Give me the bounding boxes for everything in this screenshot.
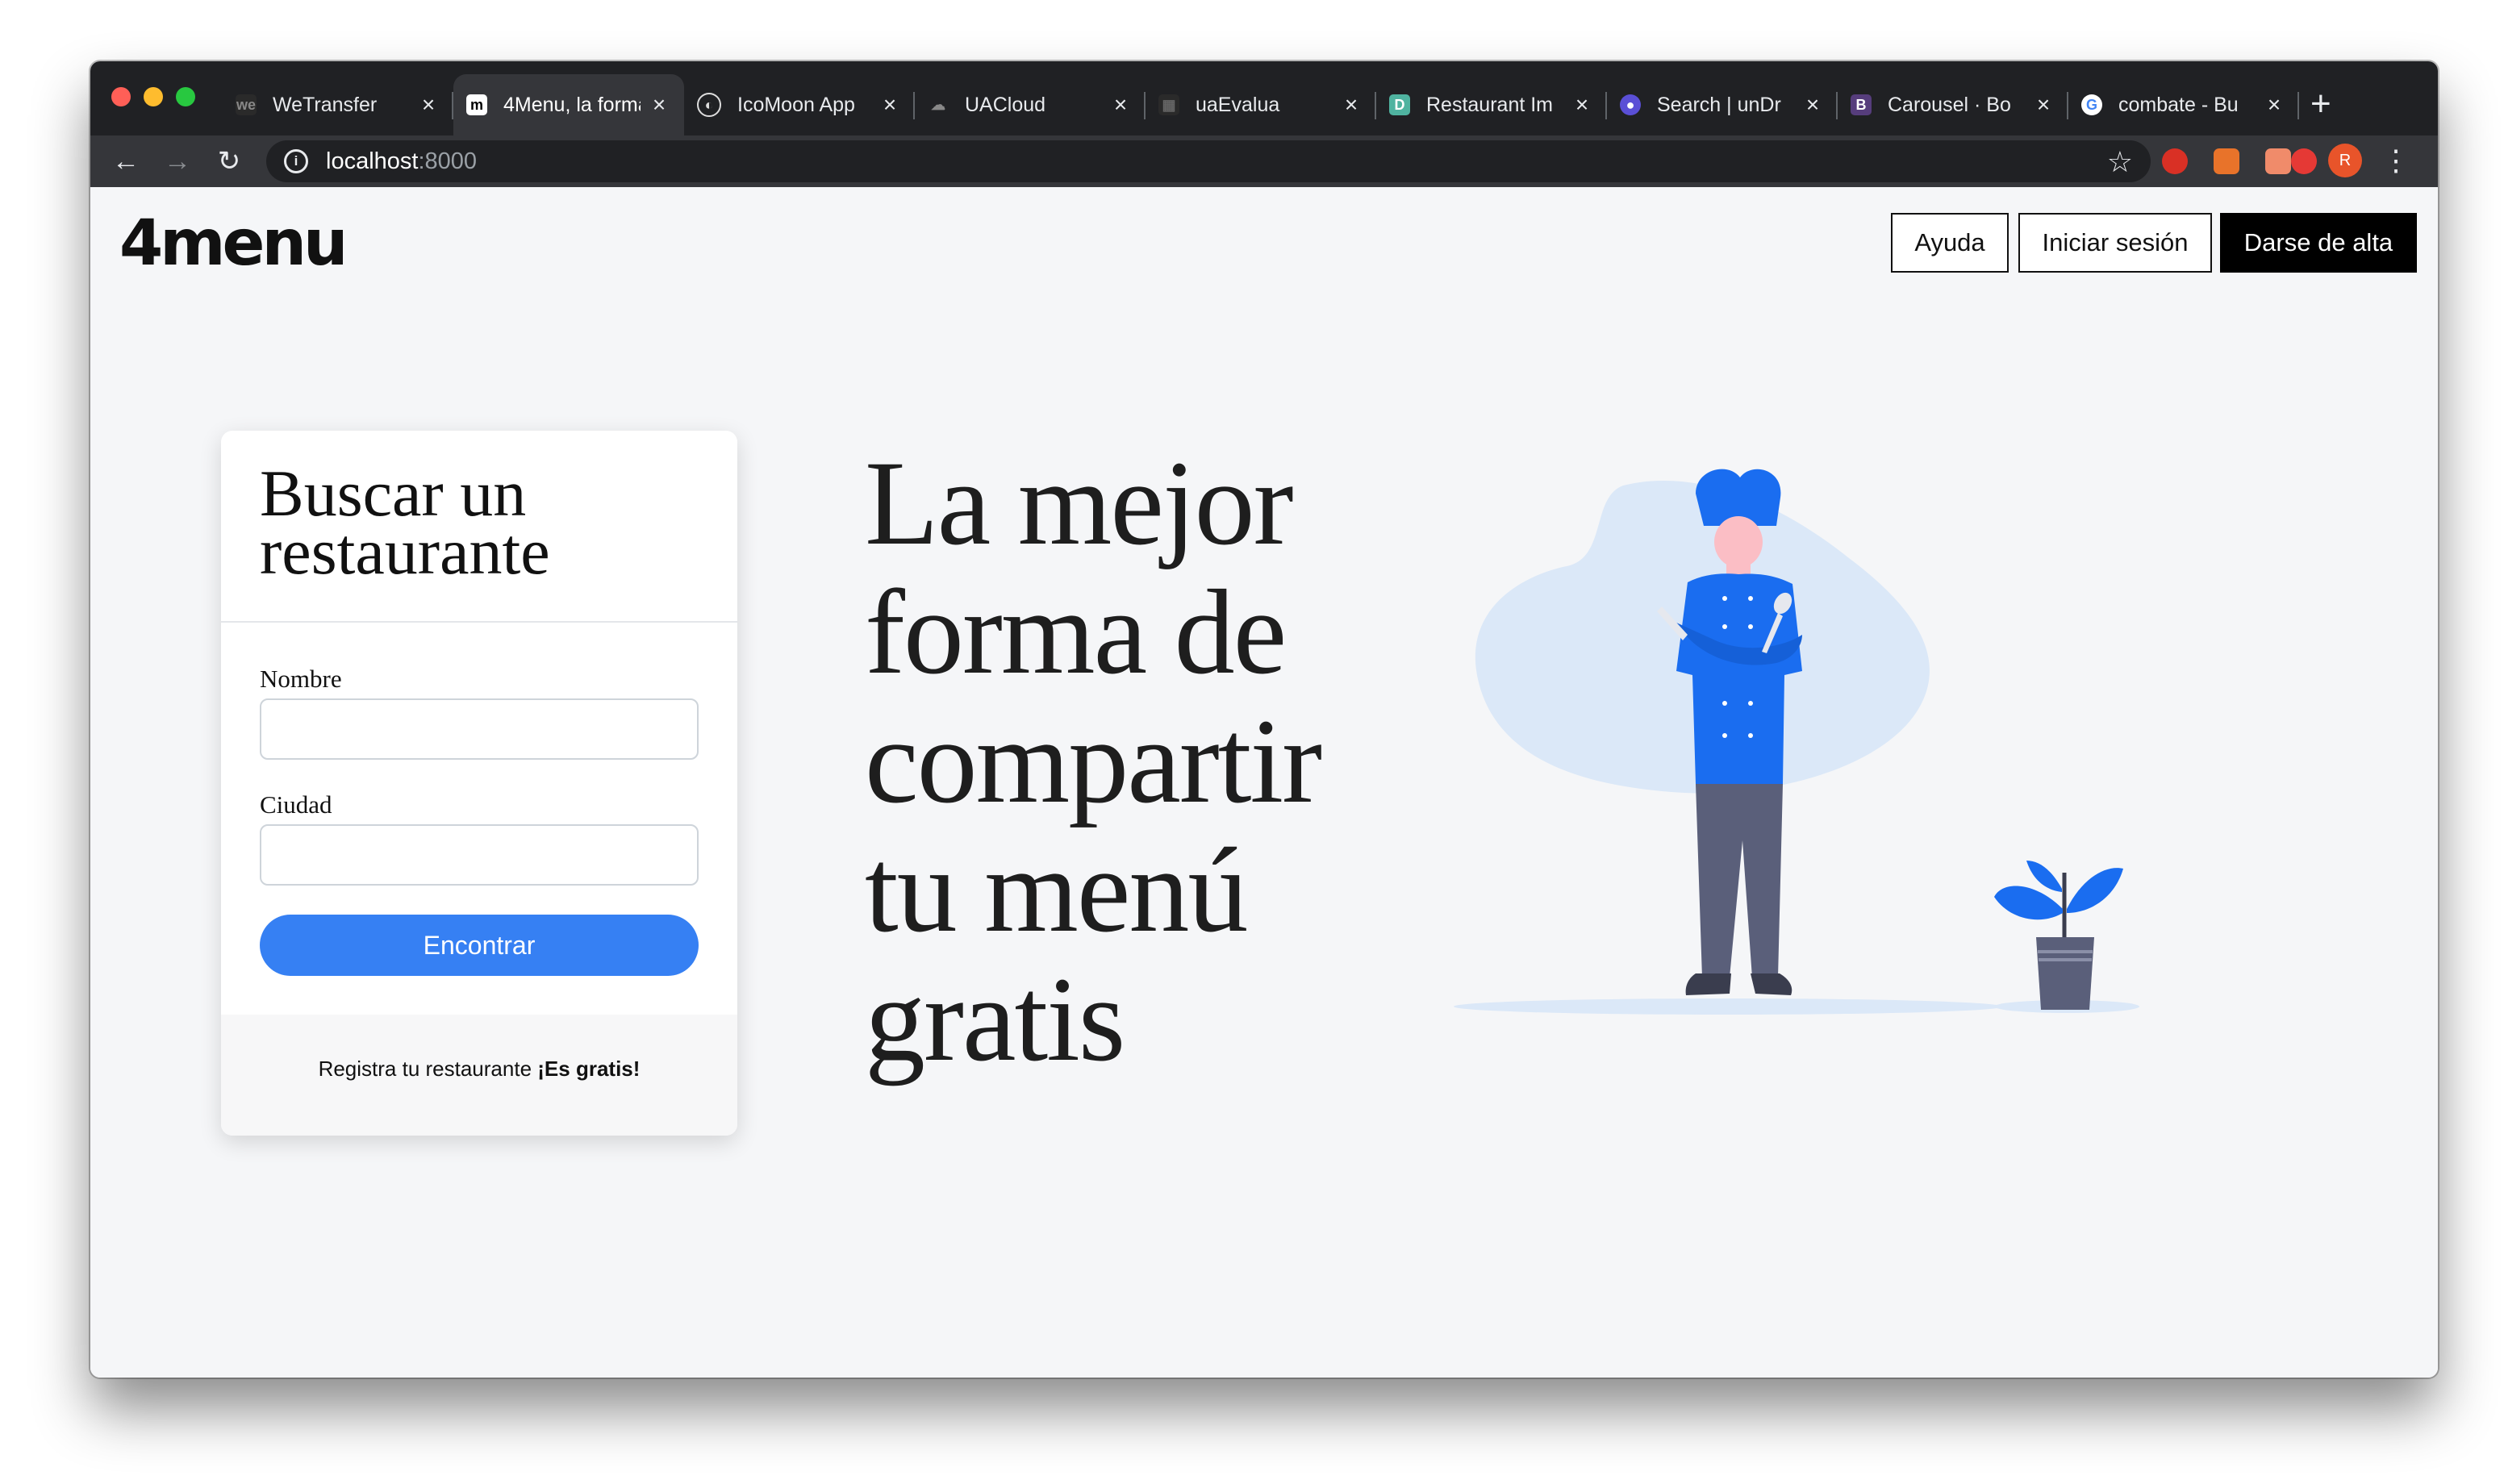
tab-title: WeTransfer (273, 93, 378, 116)
extension-icon[interactable] (2265, 148, 2291, 174)
tab-title: uaEvalua (1196, 93, 1280, 116)
tab-restaurant[interactable]: D Restaurant Im × (1376, 74, 1607, 135)
cloud-icon: ☁ (931, 96, 945, 113)
tab-title: 4Menu, la forma (503, 93, 641, 116)
divider (221, 621, 737, 623)
login-button[interactable]: Iniciar sesión (2018, 213, 2212, 273)
tab-icomoon[interactable]: ◐ IcoMoon App × (684, 74, 915, 135)
pot-stripe (2038, 950, 2093, 953)
plant-pot (2036, 937, 2094, 1010)
tab-4menu[interactable]: m 4Menu, la forma × (453, 74, 684, 135)
pot-stripe (2039, 958, 2092, 961)
browser-toolbar: ← → ↻ i localhost:8000 ☆ R ⋮ (90, 135, 2438, 187)
bookmark-star-icon[interactable]: ☆ (2107, 145, 2133, 179)
chef-face (1714, 516, 1763, 568)
close-window-button[interactable] (111, 87, 131, 106)
extension-icon[interactable] (2214, 148, 2239, 174)
hero-headline: La mejor forma de compartir tu menú grat… (865, 436, 1322, 1086)
tab-title: combate - Bu (2118, 93, 2239, 116)
icomoon-icon: ◐ (697, 93, 721, 117)
new-tab-icon[interactable]: + (2310, 81, 2331, 127)
undraw-icon: ● (1620, 94, 1641, 115)
tab-close-icon[interactable]: × (1108, 92, 1133, 118)
tab-bootstrap[interactable]: B Carousel · Bo × (1838, 74, 2068, 135)
page-content: 4menu Ayuda Iniciar sesión Darse de alta… (90, 187, 2438, 1378)
left-shoe (1685, 973, 1731, 995)
tab-strip: we WeTransfer × m 4Menu, la forma × ◐ Ic… (90, 61, 2438, 135)
tab-close-icon[interactable]: × (647, 92, 671, 118)
tab-close-icon[interactable]: × (2262, 92, 2286, 118)
floor-shadow (1454, 998, 2002, 1015)
tab-title: Carousel · Bo (1888, 93, 2011, 116)
tab-title: Restaurant Im (1426, 93, 1554, 116)
tab-google[interactable]: G combate - Bu × (2068, 74, 2299, 135)
forward-arrow-icon[interactable]: → (158, 142, 197, 181)
lastpass-icon[interactable] (2291, 148, 2317, 174)
tab-close-icon[interactable]: × (1801, 92, 1825, 118)
city-input[interactable] (260, 824, 699, 886)
browser-window: we WeTransfer × m 4Menu, la forma × ◐ Ic… (90, 61, 2438, 1378)
potted-plant (1994, 861, 2123, 1010)
tab-uacloud[interactable]: ☁ UACloud × (915, 74, 1146, 135)
tab-uaevalua[interactable]: ▦ uaEvalua × (1146, 74, 1376, 135)
name-label: Nombre (260, 665, 342, 693)
google-icon: G (2081, 94, 2102, 115)
right-shoe (1751, 973, 1792, 995)
search-card: Buscar un restaurante Nombre Ciudad Enco… (221, 431, 737, 1136)
tab-title: Search | unDr (1657, 93, 1781, 116)
leaf-left (1994, 886, 2063, 920)
url-text: localhost:8000 (326, 148, 478, 174)
leaf-top (2026, 861, 2062, 892)
restaurant-icon: D (1389, 94, 1410, 115)
info-icon[interactable]: i (284, 149, 308, 173)
tab-close-icon[interactable]: × (2031, 92, 2055, 118)
bootstrap-icon: B (1851, 94, 1872, 115)
city-label: Ciudad (260, 790, 332, 819)
chef-illustration (1454, 469, 2139, 1015)
tab-title: UACloud (965, 93, 1046, 116)
find-button[interactable]: Encontrar (260, 915, 699, 976)
logo-text: 4menu (119, 213, 345, 271)
help-button[interactable]: Ayuda (1891, 213, 2009, 273)
tab-close-icon[interactable]: × (878, 92, 902, 118)
uaevalua-icon: ▦ (1158, 94, 1179, 115)
tab-wetransfer[interactable]: we WeTransfer × (223, 74, 453, 135)
maximize-window-button[interactable] (176, 87, 195, 106)
tab-undraw[interactable]: ● Search | unDr × (1607, 74, 1838, 135)
tab-close-icon[interactable]: × (416, 92, 440, 118)
signup-button[interactable]: Darse de alta (2220, 213, 2417, 273)
reload-icon[interactable]: ↻ (210, 142, 248, 181)
tab-close-icon[interactable]: × (1570, 92, 1594, 118)
tab-close-icon[interactable]: × (1339, 92, 1363, 118)
card-footer: Registra tu restaurante ¡Es gratis! (221, 1015, 737, 1136)
menu-kebab-icon[interactable]: ⋮ (2381, 144, 2410, 177)
register-link[interactable]: Registra tu restaurante ¡Es gratis! (221, 1057, 737, 1082)
chef-trousers (1696, 784, 1783, 978)
tab-title: IcoMoon App (737, 93, 855, 116)
address-bar[interactable]: i localhost:8000 ☆ (266, 140, 2151, 182)
minimize-window-button[interactable] (144, 87, 163, 106)
leaf-right (2067, 868, 2123, 913)
back-arrow-icon[interactable]: ← (106, 142, 145, 181)
adblock-icon[interactable] (2162, 148, 2188, 174)
profile-avatar[interactable]: R (2328, 144, 2362, 177)
wetransfer-icon: we (236, 94, 257, 115)
card-title: Buscar un restaurante (260, 456, 550, 588)
4menu-logo[interactable]: 4menu (119, 213, 345, 271)
name-input[interactable] (260, 698, 699, 760)
4menu-icon: m (466, 94, 487, 115)
